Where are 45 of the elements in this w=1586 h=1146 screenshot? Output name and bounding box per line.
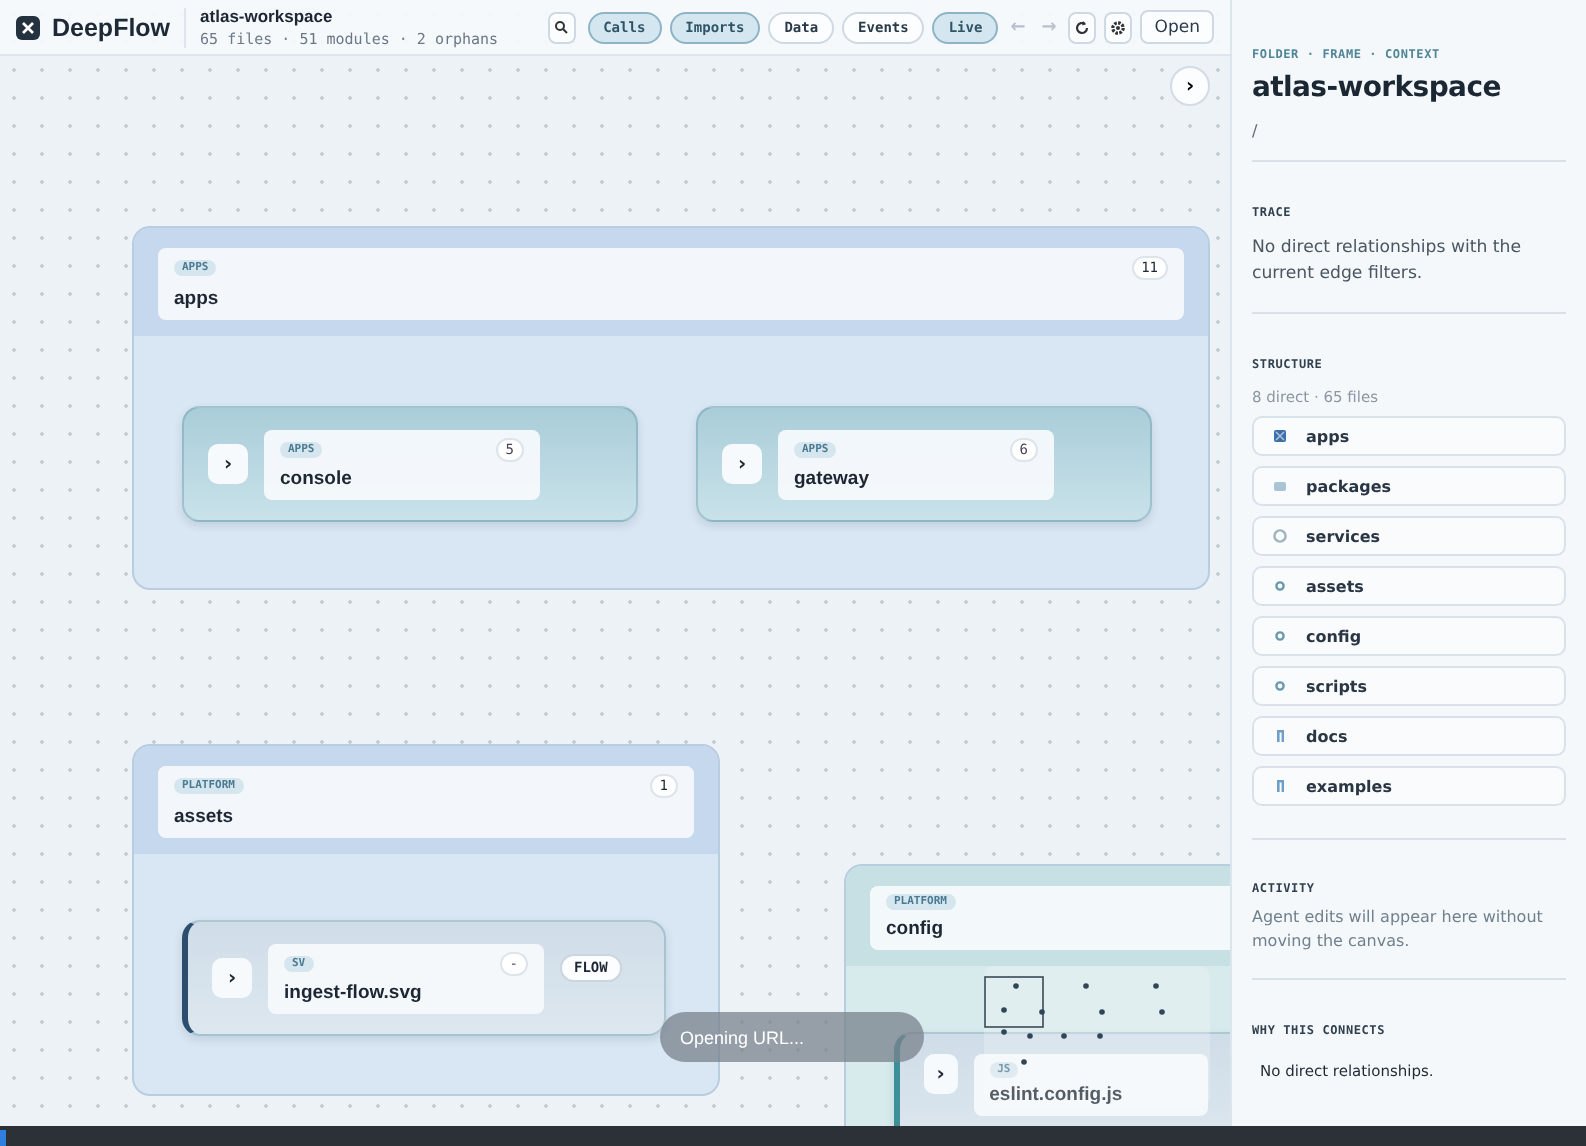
structure-item[interactable]: config xyxy=(1252,616,1566,656)
expand-button[interactable]: › xyxy=(208,444,248,484)
refresh-icon xyxy=(1074,19,1091,35)
structure-item[interactable]: assets xyxy=(1252,566,1566,606)
status-indicator xyxy=(0,1130,6,1146)
search-button[interactable] xyxy=(547,11,576,43)
expand-button[interactable]: › xyxy=(924,1054,958,1094)
structure-item[interactable]: packages xyxy=(1252,466,1566,506)
search-icon xyxy=(554,20,569,34)
folder-icon xyxy=(1272,478,1288,494)
circle-icon xyxy=(1272,628,1288,644)
node-name: ingest-flow.svg xyxy=(284,981,424,1003)
open-button[interactable]: Open xyxy=(1140,10,1214,44)
expand-button[interactable]: › xyxy=(722,444,762,484)
collapse-panel-button[interactable]: › xyxy=(1170,66,1210,106)
activity-message: Agent edits will appear here without moving the canvas. xyxy=(1252,906,1545,954)
settings-button[interactable] xyxy=(1104,11,1133,43)
logo-icon xyxy=(16,15,40,39)
settings-icon xyxy=(1110,19,1127,35)
folder-path: / xyxy=(1252,122,1260,140)
refresh-button[interactable] xyxy=(1068,11,1097,43)
node-name: gateway xyxy=(794,467,871,489)
structure-item[interactable]: examples xyxy=(1252,766,1566,806)
node-name: console xyxy=(280,467,354,489)
app-icon xyxy=(1272,428,1288,444)
group-name: assets xyxy=(174,806,236,828)
toast-message: Opening URL... xyxy=(660,1012,924,1062)
group-name: config xyxy=(886,918,945,940)
structure-item[interactable]: services xyxy=(1252,516,1566,556)
trace-message: No direct relationships with the current edge filters. xyxy=(1252,236,1524,288)
expand-button[interactable]: › xyxy=(212,958,252,998)
app-name: DeepFlow xyxy=(52,13,171,41)
workspace-title: atlas-workspace xyxy=(200,5,335,27)
group-name: apps xyxy=(174,288,221,310)
panel-title: atlas-workspace xyxy=(1252,72,1503,104)
circle-icon xyxy=(1272,678,1288,694)
structure-item[interactable]: docs xyxy=(1252,716,1566,756)
minimap[interactable] xyxy=(984,966,1210,1106)
circle-icon xyxy=(1272,528,1288,544)
node-name: eslint.config.js xyxy=(989,1084,1125,1106)
structure-item[interactable]: apps xyxy=(1252,416,1566,456)
circle-icon xyxy=(1272,578,1288,594)
structure-item[interactable]: scripts xyxy=(1252,666,1566,706)
document-icon xyxy=(1272,778,1288,794)
document-icon xyxy=(1272,728,1288,744)
